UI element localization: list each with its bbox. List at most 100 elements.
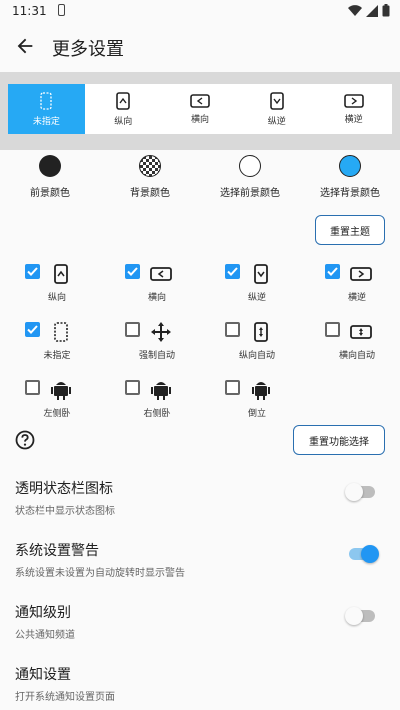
setting-subtitle: 打开系统通知设置页面	[15, 692, 115, 703]
selected-foreground-color-option[interactable]: 选择前景颜色	[200, 152, 300, 212]
lie-left-icon	[51, 382, 71, 400]
setting-subtitle: 状态栏中显示状态图标	[15, 506, 115, 517]
help-icon[interactable]	[15, 430, 35, 450]
checkbox-unchecked[interactable]	[225, 380, 240, 395]
function-option-label: 纵向自动	[238, 351, 275, 361]
lie-right-icon	[151, 382, 171, 400]
function-option-landscape-auto[interactable]: 横向自动	[300, 318, 400, 368]
function-option-lie-right[interactable]: 右侧卧	[100, 376, 200, 426]
setting-title: 通知级别	[15, 605, 71, 621]
orientation-mode-landscape[interactable]: 横向	[162, 84, 239, 134]
checkbox-checked[interactable]	[125, 264, 140, 279]
orientation-mode-unspecified[interactable]: 未指定	[8, 84, 85, 134]
function-option-landscape[interactable]: 横向	[100, 260, 200, 310]
toggle-switch[interactable]	[345, 483, 375, 501]
toggle-switch[interactable]	[345, 607, 375, 625]
foreground-color-option[interactable]: 前景颜色	[0, 152, 100, 212]
checkbox-checked[interactable]	[25, 322, 40, 337]
selected-background-color-option[interactable]: 选择背景颜色	[300, 152, 400, 212]
unspecified-icon	[40, 91, 53, 110]
app-bar: 更多设置	[0, 22, 400, 72]
function-option-label: 右侧卧	[143, 409, 171, 419]
color-label: 选择背景颜色	[320, 188, 380, 199]
orientation-mode-label: 横向	[190, 114, 209, 125]
reverse-landscape-icon	[343, 93, 364, 108]
function-option-portrait-auto[interactable]: 纵向自动	[200, 318, 300, 368]
status-time: 11:31	[12, 4, 47, 18]
wifi-icon	[348, 4, 362, 16]
orientation-mode-portrait[interactable]: 纵向	[85, 84, 162, 134]
checkbox-checked[interactable]	[25, 264, 40, 279]
background-color-option[interactable]: 背景颜色	[100, 152, 200, 212]
function-option-label: 纵逆	[247, 293, 266, 303]
checkbox-unchecked[interactable]	[325, 322, 340, 337]
force-auto-icon	[151, 322, 171, 342]
status-bar: 11:31	[0, 0, 400, 22]
checkbox-unchecked[interactable]	[125, 380, 140, 395]
landscape-icon	[150, 267, 172, 281]
orientation-mode-label: 未指定	[32, 116, 60, 127]
reverse-landscape-icon	[350, 267, 372, 281]
sim-card-icon	[58, 4, 65, 16]
color-label: 背景颜色	[130, 188, 170, 199]
background-color-swatch	[139, 155, 161, 177]
orientation-mode-selector: 未指定 纵向 横向 纵逆 横逆	[8, 84, 392, 134]
color-options: 前景颜色 背景颜色 选择前景颜色 选择背景颜色	[0, 152, 400, 212]
reset-theme-button[interactable]: 重置主题	[315, 215, 385, 245]
setting-subtitle: 系统设置未设置为自动旋转时显示警告	[15, 568, 185, 579]
function-option-reverse-landscape[interactable]: 横逆	[300, 260, 400, 310]
checkbox-unchecked[interactable]	[125, 322, 140, 337]
orientation-panel: 未指定 纵向 横向 纵逆 横逆	[0, 72, 400, 150]
function-option-label: 未指定	[43, 351, 71, 361]
portrait-auto-icon	[254, 322, 268, 342]
landscape-auto-icon	[350, 325, 372, 339]
checkbox-checked[interactable]	[325, 264, 340, 279]
function-option-label: 横向自动	[338, 351, 375, 361]
portrait-icon	[116, 91, 130, 110]
function-option-reverse-portrait[interactable]: 纵逆	[200, 260, 300, 310]
function-option-label: 左侧卧	[43, 409, 71, 419]
orientation-mode-label: 纵逆	[267, 116, 286, 127]
checkbox-checked[interactable]	[225, 264, 240, 279]
checkbox-unchecked[interactable]	[225, 322, 240, 337]
page-title: 更多设置	[52, 39, 124, 60]
toggle-switch[interactable]	[349, 545, 379, 563]
setting-transparent-statusbar-icon[interactable]: 透明状态栏图标 状态栏中显示状态图标	[15, 478, 385, 517]
battery-icon	[382, 4, 390, 17]
function-option-unspecified[interactable]: 未指定	[0, 318, 100, 368]
orientation-mode-label: 纵向	[114, 116, 133, 127]
reverse-portrait-icon	[269, 91, 284, 110]
foreground-color-swatch	[39, 155, 61, 177]
function-option-label: 纵向	[47, 293, 66, 303]
selected-background-color-swatch	[339, 155, 361, 177]
function-option-label: 倒立	[247, 409, 266, 419]
unspecified-icon	[54, 322, 68, 342]
setting-notification-settings[interactable]: 通知设置 打开系统通知设置页面	[15, 664, 385, 703]
reset-function-selection-button[interactable]: 重置功能选择	[293, 425, 385, 455]
signal-icon	[366, 4, 378, 17]
orientation-mode-reverse-portrait[interactable]: 纵逆	[238, 84, 315, 134]
portrait-icon	[54, 264, 68, 284]
setting-title: 系统设置警告	[15, 543, 99, 559]
color-label: 选择前景颜色	[220, 188, 280, 199]
upside-down-icon	[252, 382, 270, 400]
orientation-mode-label: 横逆	[344, 114, 363, 125]
setting-notification-level[interactable]: 通知级别 公共通知频道	[15, 602, 385, 641]
function-option-label: 强制自动	[138, 351, 175, 361]
checkbox-unchecked[interactable]	[25, 380, 40, 395]
function-option-upside-down[interactable]: 倒立	[200, 376, 300, 426]
setting-title: 透明状态栏图标	[15, 481, 113, 497]
function-option-force-auto[interactable]: 强制自动	[100, 318, 200, 368]
function-option-lie-left[interactable]: 左侧卧	[0, 376, 100, 426]
color-label: 前景颜色	[30, 188, 70, 199]
orientation-mode-reverse-landscape[interactable]: 横逆	[315, 84, 392, 134]
function-option-label: 横向	[147, 293, 166, 303]
reverse-portrait-icon	[254, 264, 268, 284]
landscape-icon	[190, 93, 210, 108]
function-option-portrait[interactable]: 纵向	[0, 260, 100, 310]
setting-subtitle: 公共通知频道	[15, 630, 75, 641]
setting-title: 通知设置	[15, 667, 71, 683]
selected-foreground-color-swatch	[239, 155, 261, 177]
setting-system-settings-warning[interactable]: 系统设置警告 系统设置未设置为自动旋转时显示警告	[15, 540, 385, 579]
back-arrow-icon[interactable]	[14, 35, 36, 57]
